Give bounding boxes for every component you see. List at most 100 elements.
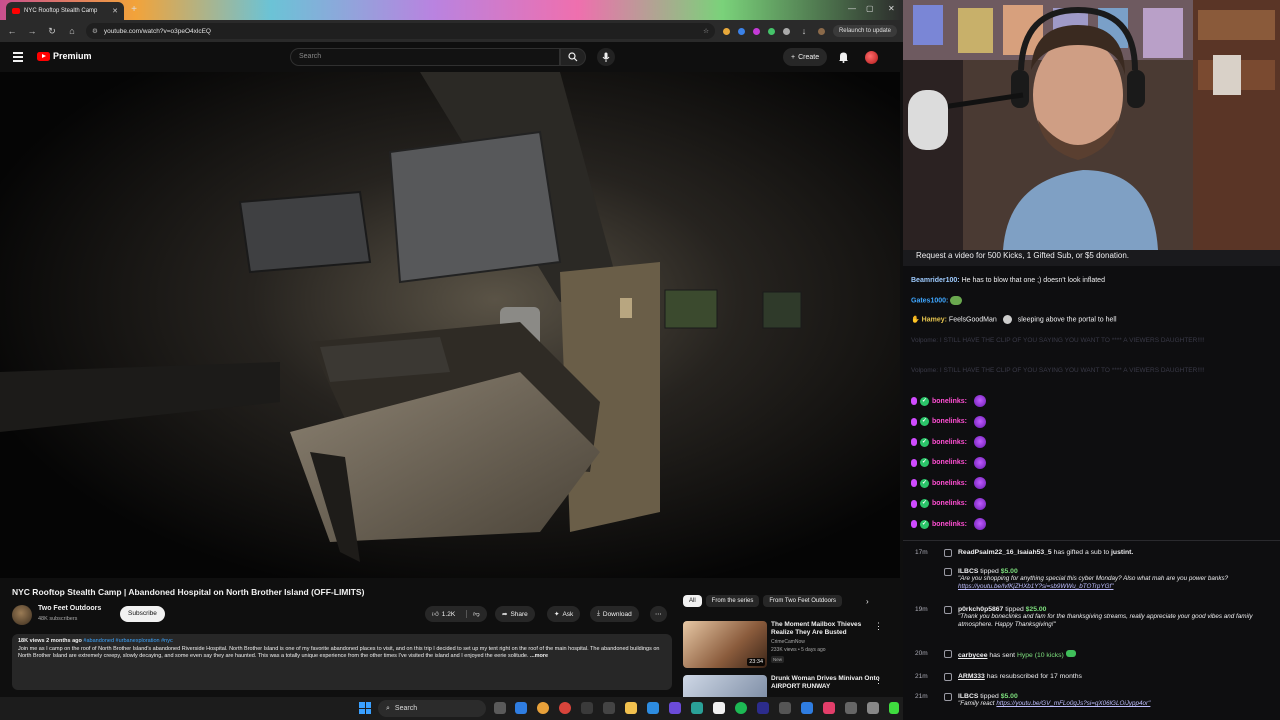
app-icon[interactable] <box>757 702 769 714</box>
chip-from-the-series[interactable]: From the series <box>705 595 760 607</box>
bookmark-star-icon[interactable]: ☆ <box>703 27 709 35</box>
obs-icon[interactable] <box>713 702 725 714</box>
account-avatar[interactable] <box>865 51 878 64</box>
youtube-logo[interactable]: Premium <box>37 51 92 61</box>
voice-search-button[interactable] <box>597 48 615 66</box>
youtube-header: Premium Search + Create <box>0 42 903 72</box>
app-icon[interactable] <box>603 702 615 714</box>
app-icon[interactable] <box>801 702 813 714</box>
video-thumbnail[interactable] <box>683 675 767 697</box>
task-view-icon[interactable] <box>494 702 506 714</box>
event-user[interactable]: ILBCS <box>958 568 978 575</box>
more-vertical-icon[interactable]: ⋮ <box>874 621 883 632</box>
app-icon[interactable] <box>691 702 703 714</box>
recommendation-item[interactable]: 23:34 The Moment Mailbox Thieves Realize… <box>683 621 897 668</box>
subscribe-button[interactable]: Subscribe <box>120 606 165 622</box>
recommendation-item[interactable]: Drunk Woman Drives Minivan Onto AIRPORT … <box>683 675 897 697</box>
channel-name[interactable]: Two Feet Outdoors <box>38 605 101 612</box>
more-vertical-icon[interactable]: ⋮ <box>874 675 883 686</box>
event-user[interactable]: ARM333 <box>958 673 985 680</box>
close-window-icon[interactable]: ✕ <box>888 4 895 13</box>
recommendation-title[interactable]: The Moment Mailbox Thieves Realize They … <box>771 621 881 637</box>
chat-username[interactable]: bonelinks: <box>932 439 967 446</box>
tip-link[interactable]: https://youtu.be/GV_mFLo0gJs?si=gX06lGLO… <box>996 700 1150 707</box>
event-target[interactable]: justint. <box>1111 549 1133 556</box>
edge-icon[interactable] <box>515 702 527 714</box>
maximize-icon[interactable]: ▢ <box>866 4 874 13</box>
address-bar-row: ← → ↻ ⌂ ⚙ youtube.com/watch?v=o3peO4xlcE… <box>0 20 903 42</box>
event-user[interactable]: ILBCS <box>958 693 978 700</box>
profile-icon[interactable] <box>817 27 825 35</box>
home-icon[interactable]: ⌂ <box>66 26 78 36</box>
chrome-icon[interactable] <box>537 702 549 714</box>
extension-icon[interactable] <box>722 27 730 35</box>
file-explorer-icon[interactable] <box>625 702 637 714</box>
event-user[interactable]: carbycee <box>958 652 987 659</box>
app-icon[interactable] <box>779 702 791 714</box>
video-player[interactable] <box>0 72 900 578</box>
menu-icon[interactable] <box>13 52 23 64</box>
description-box[interactable]: 18K views 2 months ago #abandoned #urban… <box>12 634 672 690</box>
recommendation-title[interactable]: Drunk Woman Drives Minivan Onto AIRPORT … <box>771 675 881 691</box>
ask-button[interactable]: ✦ Ask <box>547 606 581 622</box>
tab-close-icon[interactable]: ✕ <box>112 7 118 15</box>
app-icon[interactable] <box>823 702 835 714</box>
new-tab-icon[interactable]: + <box>128 4 140 16</box>
create-button[interactable]: + Create <box>783 48 828 66</box>
url-field[interactable]: ⚙ youtube.com/watch?v=o3peO4xlcEQ ☆ <box>86 23 715 39</box>
like-button[interactable]: 👍︎ 1.2K 👎︎ <box>425 606 487 622</box>
recommendation-channel[interactable]: CrimeCamNow <box>771 639 805 645</box>
chat-username[interactable]: bonelinks: <box>932 480 967 487</box>
chat-username[interactable]: Gates1000: <box>911 297 948 304</box>
back-icon[interactable]: ← <box>6 26 18 36</box>
chat-username[interactable]: bonelinks: <box>932 418 967 425</box>
spotify-icon[interactable] <box>735 702 747 714</box>
taskbar-search[interactable]: ⌕ Search <box>378 700 486 717</box>
chip-from-channel[interactable]: From Two Feet Outdoors <box>763 595 842 607</box>
chat-username[interactable]: Beamrider100: <box>911 277 960 284</box>
chip-all[interactable]: All <box>683 595 702 607</box>
download-button[interactable]: ⤓ Download <box>590 606 639 622</box>
channel-avatar[interactable] <box>12 605 32 625</box>
chat-username[interactable]: bonelinks: <box>932 500 967 507</box>
windows-start-icon[interactable] <box>359 702 371 714</box>
extension-icon[interactable] <box>767 27 775 35</box>
logo-text: Premium <box>53 51 92 61</box>
app-icon[interactable] <box>647 702 659 714</box>
chat-username[interactable]: bonelinks: <box>932 459 967 466</box>
thumbs-down-icon[interactable]: 👎︎ <box>466 610 480 618</box>
extension-icon[interactable] <box>737 27 745 35</box>
notifications-bell-icon[interactable] <box>838 51 849 63</box>
chat-username[interactable]: Hamey: <box>922 316 947 323</box>
search-button[interactable] <box>560 48 586 66</box>
reload-icon[interactable]: ↻ <box>46 26 58 37</box>
event-user[interactable]: p0rkch0p5867 <box>958 606 1003 613</box>
chevron-right-icon[interactable]: › <box>866 597 869 606</box>
app-icon[interactable] <box>581 702 593 714</box>
event-user[interactable]: ReadPsalm22_16_Isaiah53_5 <box>958 549 1052 556</box>
tip-link[interactable]: https://youtu.be/lvfKjZHXb1Y?si=sb9WWu_b… <box>958 583 1113 590</box>
site-info-icon[interactable]: ⚙ <box>92 27 98 35</box>
search-input[interactable]: Search <box>290 48 560 66</box>
forward-icon[interactable]: → <box>26 26 38 36</box>
app-icon[interactable] <box>889 702 899 714</box>
like-count: 1.2K <box>441 610 456 618</box>
more-actions-button[interactable]: ⋯ <box>650 606 667 622</box>
chat-username[interactable]: bonelinks: <box>932 521 967 528</box>
extensions-menu-icon[interactable] <box>782 27 790 35</box>
app-icon[interactable] <box>669 702 681 714</box>
share-button[interactable]: ➦ Share <box>495 606 535 622</box>
tab-active[interactable]: NYC Rooftop Stealth Camp ✕ <box>6 2 124 20</box>
extension-icon[interactable] <box>752 27 760 35</box>
app-icon[interactable] <box>845 702 857 714</box>
video-thumbnail[interactable]: 23:34 <box>683 621 767 668</box>
chat-username[interactable]: bonelinks: <box>932 398 967 405</box>
hashtags[interactable]: #abandoned #urbanexploration #nyc <box>83 638 172 644</box>
download-icon[interactable]: ↓ <box>798 26 810 36</box>
minimize-icon[interactable]: — <box>848 4 856 13</box>
chrome-alt-icon[interactable] <box>559 702 571 714</box>
relaunch-button[interactable]: Relaunch to update <box>832 25 897 37</box>
app-icon[interactable] <box>867 702 879 714</box>
event-row: 19m p0rkch0p5867 tipped $25.00 "Thank yo… <box>903 606 1280 636</box>
more-link[interactable]: ...more <box>530 653 548 659</box>
